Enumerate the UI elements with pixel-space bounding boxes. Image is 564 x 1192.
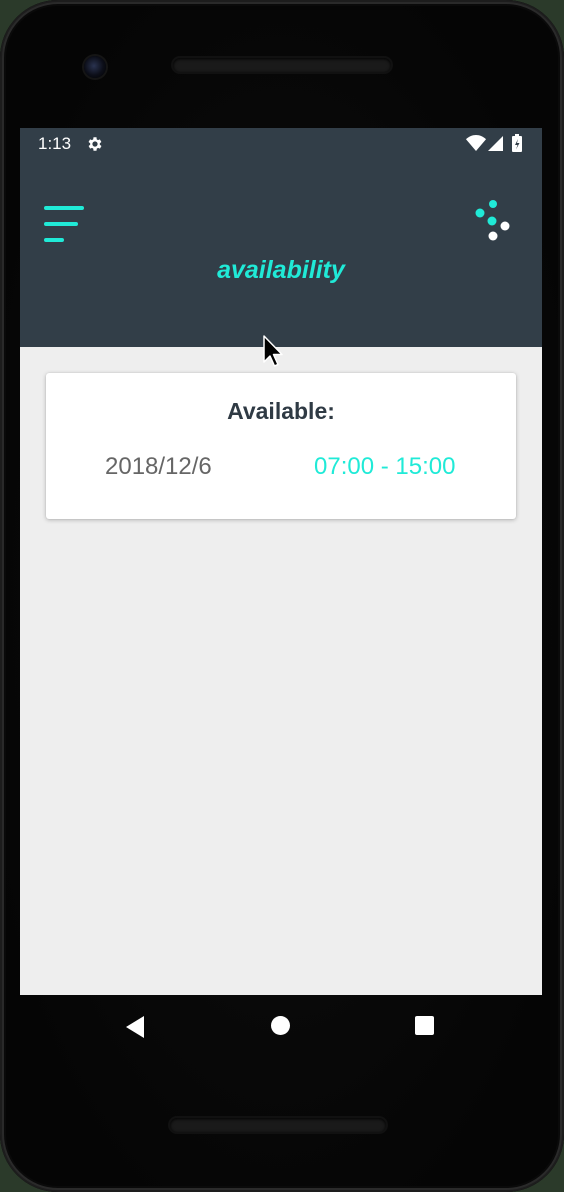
- back-icon[interactable]: [124, 1015, 146, 1039]
- availability-date: 2018/12/6: [105, 453, 212, 480]
- phone-screen: 1:13 availability Available: 2018/12/6 0…: [20, 128, 542, 995]
- app-bar: availability: [20, 160, 542, 347]
- cell-signal-icon: [488, 136, 503, 151]
- navigation-bar: [80, 1005, 480, 1049]
- menu-line-3: [44, 238, 64, 242]
- bottom-speaker: [170, 1118, 386, 1132]
- home-icon[interactable]: [271, 1016, 290, 1035]
- dots-icon[interactable]: [474, 198, 514, 244]
- menu-line-2: [44, 222, 78, 226]
- front-camera: [84, 56, 106, 78]
- status-bar: 1:13: [20, 128, 542, 160]
- gear-icon: [88, 137, 102, 151]
- page-title: availability: [217, 256, 345, 284]
- availability-card[interactable]: Available: 2018/12/6 07:00 - 15:00: [46, 373, 516, 519]
- status-time: 1:13: [38, 134, 72, 153]
- phone-frame: 1:13 availability Available: 2018/12/6 0…: [0, 0, 564, 1192]
- wifi-icon: [466, 135, 486, 151]
- recents-icon[interactable]: [415, 1016, 434, 1035]
- battery-icon: [512, 134, 522, 152]
- top-speaker: [173, 58, 391, 72]
- hamburger-menu-icon[interactable]: [44, 204, 86, 244]
- availability-heading: Available:: [227, 398, 335, 424]
- menu-line-1: [44, 206, 84, 210]
- mouse-cursor-icon: [263, 335, 283, 367]
- availability-time-range: 07:00 - 15:00: [314, 453, 456, 480]
